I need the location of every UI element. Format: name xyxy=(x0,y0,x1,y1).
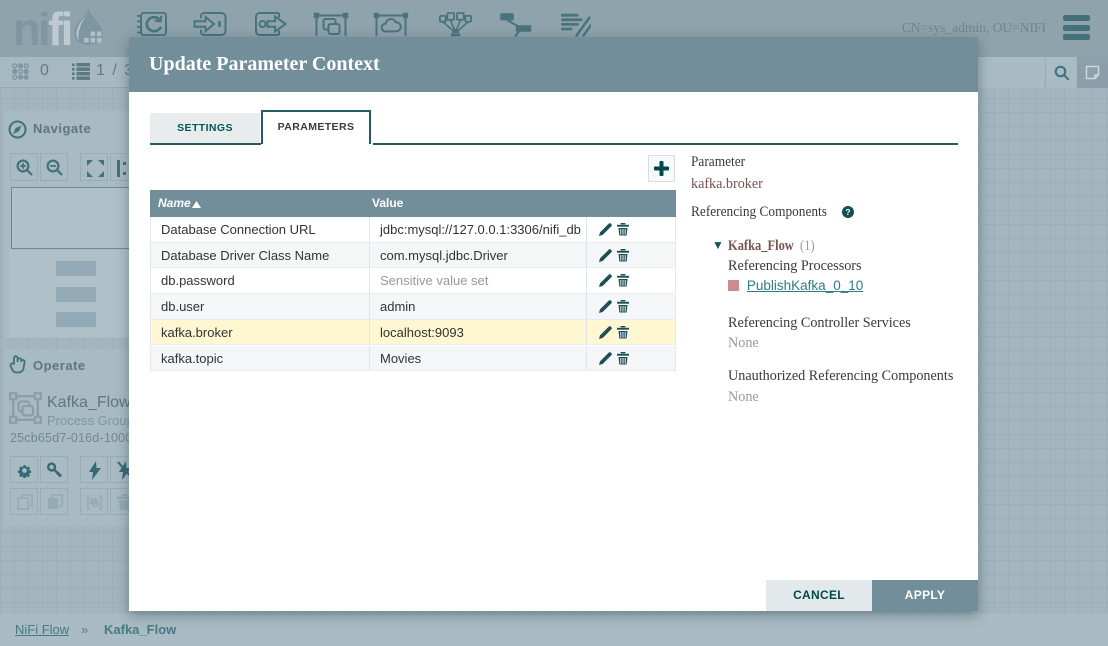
svg-text:?: ? xyxy=(845,207,850,217)
